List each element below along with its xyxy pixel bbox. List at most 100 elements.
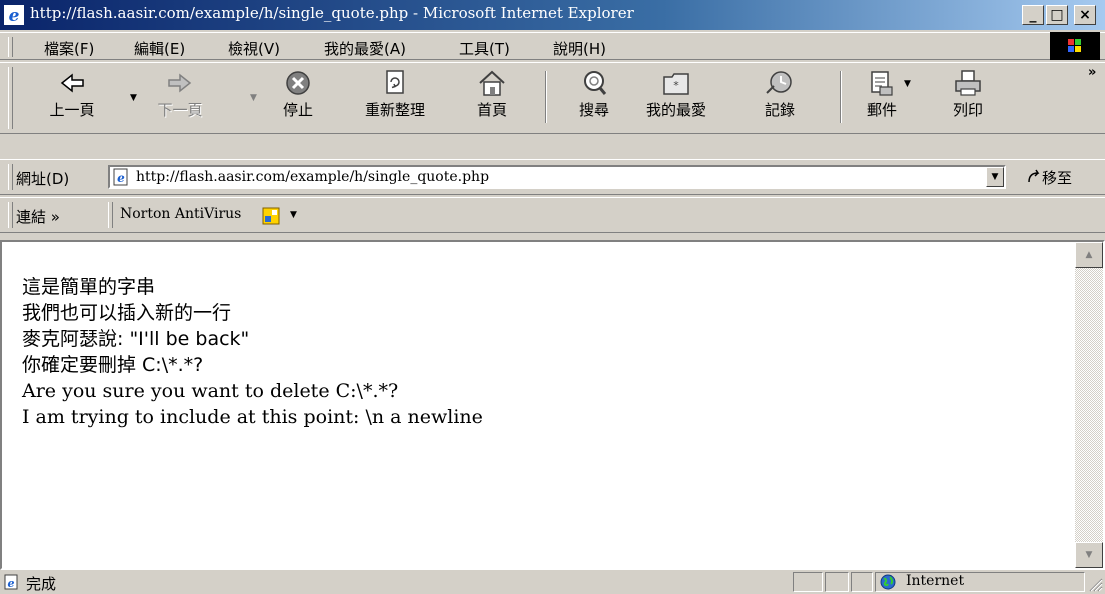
- norton-antivirus-link[interactable]: Norton AntiVirus: [120, 206, 241, 222]
- back-arrow-icon: [60, 73, 84, 93]
- minimize-icon: _: [1029, 7, 1037, 23]
- status-pane: [825, 572, 849, 592]
- mail-icon: [871, 71, 893, 96]
- status-text: 完成: [26, 575, 57, 593]
- menu-help[interactable]: 說明(H): [553, 38, 606, 59]
- standard-toolbar: 上一頁 ▼ 下一頁 ▼ 停止 重新整理 首頁 搜尋 * 我的最愛 記錄 郵件 ▼…: [0, 62, 1105, 134]
- refresh-icon: [386, 70, 404, 94]
- menu-edit[interactable]: 編輯(E): [134, 38, 185, 59]
- status-pane: [793, 572, 823, 592]
- refresh-button[interactable]: 重新整理: [365, 67, 425, 129]
- menu-tools[interactable]: 工具(T): [459, 38, 510, 59]
- mail-button[interactable]: 郵件: [852, 67, 912, 129]
- favorites-button[interactable]: * 我的最愛: [646, 67, 706, 129]
- stop-icon: [286, 71, 310, 95]
- content-text: 這是簡單的字串 我們也可以插入新的一行 麥克阿瑟說: "I'll be back…: [22, 274, 483, 430]
- go-label: 移至: [1042, 169, 1073, 187]
- address-input[interactable]: [136, 168, 976, 186]
- scroll-up-icon: ▲: [1085, 250, 1093, 260]
- links-label[interactable]: 連結 »: [16, 206, 60, 227]
- svg-text:*: *: [673, 79, 679, 92]
- content-line: Are you sure you want to delete C:\*.*?: [22, 380, 399, 402]
- scroll-down-button[interactable]: ▼: [1075, 542, 1103, 568]
- back-label: 上一頁: [49, 101, 95, 119]
- content-line: I am trying to include at this point: \n…: [22, 406, 483, 428]
- favorites-folder-icon: *: [663, 73, 689, 95]
- windows-flag-icon: [1068, 39, 1081, 52]
- status-pane: [851, 572, 873, 592]
- stop-label: 停止: [282, 101, 313, 119]
- address-grip[interactable]: [8, 164, 13, 190]
- chevron-down-icon: ▼: [991, 172, 999, 182]
- history-button[interactable]: 記錄: [750, 67, 810, 129]
- address-field[interactable]: e ▼: [108, 165, 1006, 189]
- home-label: 首頁: [476, 101, 507, 119]
- printer-icon: [955, 70, 981, 96]
- status-bar: e 完成 Internet: [0, 570, 1105, 594]
- windows-logo: [1050, 32, 1100, 60]
- title-bar[interactable]: e http://flash.aasir.com/example/h/singl…: [0, 0, 1105, 30]
- favorites-label: 我的最愛: [646, 101, 707, 119]
- minimize-button[interactable]: _: [1022, 5, 1044, 25]
- address-dropdown-button[interactable]: ▼: [986, 167, 1004, 187]
- menu-favorites[interactable]: 我的最愛(A): [324, 38, 406, 59]
- close-button[interactable]: ×: [1074, 5, 1096, 25]
- ie-logo-icon: e: [4, 5, 24, 25]
- print-button[interactable]: 列印: [938, 67, 998, 129]
- home-button[interactable]: 首頁: [462, 67, 522, 129]
- refresh-label: 重新整理: [365, 101, 426, 119]
- address-bar: 網址(D) e ▼ 移至: [0, 159, 1105, 195]
- svg-text:e: e: [9, 6, 20, 25]
- content-line: 這是簡單的字串: [22, 276, 156, 298]
- menu-view[interactable]: 檢視(V): [228, 38, 280, 59]
- vertical-scrollbar[interactable]: ▲ ▼: [1075, 242, 1103, 568]
- stop-button[interactable]: 停止: [268, 67, 328, 129]
- scroll-down-icon: ▼: [1085, 550, 1093, 560]
- page-content: 這是簡單的字串 我們也可以插入新的一行 麥克阿瑟說: "I'll be back…: [0, 240, 1105, 570]
- close-icon: ×: [1079, 7, 1091, 23]
- window-title: http://flash.aasir.com/example/h/single_…: [30, 4, 634, 22]
- links-bar: 連結 » Norton AntiVirus ▼: [0, 197, 1105, 233]
- resize-grip-icon[interactable]: [1087, 576, 1103, 592]
- maximize-button[interactable]: □: [1046, 5, 1068, 25]
- forward-arrow-icon: [168, 73, 192, 93]
- go-arrow-icon: [1028, 169, 1040, 183]
- content-line: 你確定要刪掉 C:\*.*?: [22, 354, 204, 376]
- history-label: 記錄: [764, 101, 795, 119]
- mail-label: 郵件: [866, 101, 897, 119]
- forward-label: 下一頁: [157, 101, 203, 119]
- links-grip[interactable]: [8, 202, 13, 228]
- home-icon: [479, 70, 505, 96]
- maximize-icon: □: [1050, 7, 1064, 23]
- svg-text:e: e: [8, 577, 15, 590]
- menu-file[interactable]: 檔案(F): [44, 38, 94, 59]
- globe-icon: [880, 574, 896, 590]
- scroll-up-button[interactable]: ▲: [1075, 242, 1103, 268]
- page-icon: e: [113, 168, 128, 186]
- back-button[interactable]: 上一頁: [42, 67, 102, 129]
- toolbar-separator: [840, 71, 842, 123]
- search-button[interactable]: 搜尋: [564, 67, 624, 129]
- go-button[interactable]: 移至: [1026, 167, 1072, 188]
- norton-antivirus-icon[interactable]: [262, 207, 280, 225]
- forward-button[interactable]: 下一頁: [150, 67, 210, 129]
- toolbar-more-chevron-icon[interactable]: »: [1088, 65, 1096, 80]
- print-label: 列印: [952, 101, 983, 119]
- address-label: 網址(D): [16, 170, 70, 188]
- content-line: 麥克阿瑟說: "I'll be back": [22, 328, 250, 350]
- security-zone-label: Internet: [906, 573, 965, 589]
- page-done-icon: e: [4, 574, 18, 590]
- links-divider: [108, 202, 113, 228]
- menu-grip[interactable]: [8, 37, 13, 57]
- svg-text:e: e: [117, 171, 125, 185]
- toolbar-grip[interactable]: [8, 67, 13, 129]
- forward-dropdown-icon[interactable]: ▼: [250, 93, 257, 103]
- history-icon: [766, 71, 792, 94]
- search-label: 搜尋: [578, 101, 609, 119]
- back-dropdown-icon[interactable]: ▼: [130, 93, 137, 103]
- norton-dropdown-icon[interactable]: ▼: [290, 210, 297, 220]
- menu-bar: 檔案(F) 編輯(E) 檢視(V) 我的最愛(A) 工具(T) 說明(H): [0, 32, 1105, 60]
- toolbar-separator: [545, 71, 547, 123]
- mail-dropdown-icon[interactable]: ▼: [904, 79, 911, 89]
- search-icon: [584, 71, 607, 95]
